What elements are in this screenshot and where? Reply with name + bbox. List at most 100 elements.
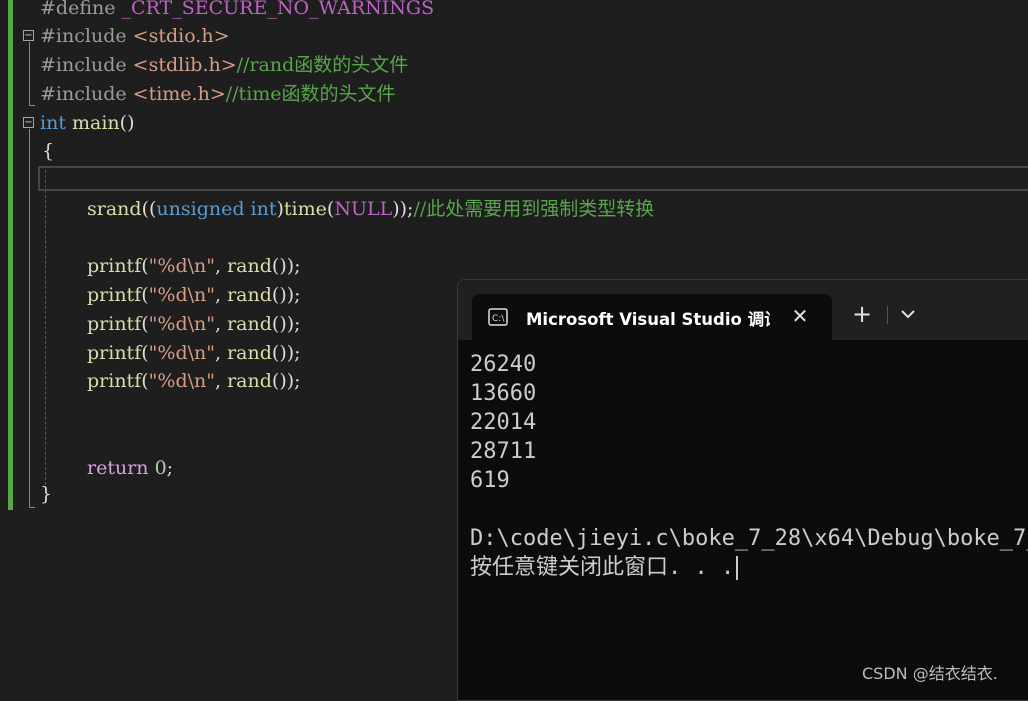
keyword: unsigned (156, 198, 245, 220)
watermark: CSDN @结衣结衣. (862, 664, 998, 683)
punctuation: ()); (271, 255, 301, 277)
function-name: printf (87, 313, 142, 335)
console-line-prompt: 按任意键关闭此窗口. . . (470, 553, 1028, 582)
string-literal: "%d\n" (148, 284, 215, 306)
code-line-define[interactable]: #define _CRT_SECURE_NO_WARNINGS (40, 0, 434, 23)
console-line: 22014 (470, 410, 537, 435)
preprocessor: #include (40, 25, 127, 47)
punctuation: , (215, 370, 228, 392)
punctuation: ( (141, 255, 149, 277)
code-line-printf[interactable]: printf("%d\n", rand()); (87, 281, 301, 310)
function-name: rand (227, 313, 272, 335)
punctuation: , (215, 255, 228, 277)
console-line: 26240 (470, 352, 537, 377)
comment: //rand函数的头文件 (236, 54, 409, 76)
code-line-open-brace[interactable]: { (42, 137, 54, 166)
current-line-highlight (38, 166, 1028, 191)
string-literal: "%d\n" (148, 313, 215, 335)
fold-end (29, 507, 35, 508)
function-name: printf (87, 284, 142, 306)
function-name: printf (87, 370, 142, 392)
tab-debug-console[interactable]: C:\ Microsoft Visual Studio 调试控制台 ✕ (472, 294, 832, 340)
punctuation: ( (141, 284, 149, 306)
string-literal: "%d\n" (148, 342, 215, 364)
punctuation: ()); (271, 313, 301, 335)
console-line: 28711 (470, 439, 537, 464)
punctuation: ( (141, 313, 149, 335)
punctuation: ()); (271, 284, 301, 306)
fold-line (29, 129, 30, 507)
tab-title: Microsoft Visual Studio 调试控制台 (526, 310, 770, 328)
chevron-down-icon[interactable] (896, 302, 920, 326)
string-literal: "%d\n" (148, 255, 215, 277)
punctuation: )); (392, 198, 414, 220)
tab-separator (887, 306, 888, 324)
preprocessor: #define (40, 0, 116, 19)
code-line-return[interactable]: return 0; (87, 454, 173, 483)
punctuation: ( (141, 370, 149, 392)
preprocessor: #include (40, 54, 127, 76)
terminal-icon: C:\ (488, 308, 508, 326)
console-output[interactable]: 26240 13660 22014 28711 619 D:\code\jiey… (470, 350, 1028, 582)
macro-name: _CRT_SECURE_NO_WARNINGS (121, 0, 435, 19)
fold-collapse-icon[interactable]: − (23, 117, 34, 128)
fold-end (29, 105, 35, 106)
header-name: <stdio.h> (132, 25, 230, 47)
punctuation: , (215, 313, 228, 335)
punctuation: , (215, 284, 228, 306)
keyword: int (250, 198, 277, 220)
punctuation: () (119, 112, 135, 134)
code-line-include-stdlib[interactable]: #include <stdlib.h>//rand函数的头文件 (40, 51, 408, 80)
string-literal: "%d\n" (148, 370, 215, 392)
code-line-include-time[interactable]: #include <time.h>//time函数的头文件 (40, 80, 396, 109)
punctuation: ; (166, 457, 174, 479)
close-icon[interactable]: ✕ (788, 304, 812, 328)
function-name: rand (227, 370, 272, 392)
punctuation: ()); (271, 370, 301, 392)
keyword: int (40, 112, 66, 134)
svg-text:C:\: C:\ (492, 314, 505, 324)
fold-collapse-icon[interactable]: − (23, 30, 34, 41)
function-name: main (72, 112, 120, 134)
punctuation: ()); (271, 342, 301, 364)
macro-name: NULL (334, 198, 393, 220)
console-line: D:\code\jieyi.c\boke_7_28\x64\Debug\boke… (470, 526, 1028, 551)
comment: //time函数的头文件 (225, 83, 396, 105)
function-name: printf (87, 342, 142, 364)
code-line-printf[interactable]: printf("%d\n", rand()); (87, 339, 301, 368)
code-line-include-stdio[interactable]: #include <stdio.h> (40, 22, 230, 51)
function-name: rand (227, 284, 272, 306)
tab-strip: C:\ Microsoft Visual Studio 调试控制台 ✕ + (458, 280, 1028, 340)
indent-guide (45, 170, 46, 490)
function-name: srand (87, 198, 142, 220)
brace: } (40, 483, 53, 505)
code-line-printf[interactable]: printf("%d\n", rand()); (87, 252, 301, 281)
console-line: 13660 (470, 381, 537, 406)
change-indicator-bar (8, 0, 13, 510)
brace: { (42, 140, 55, 162)
debug-console-window[interactable]: C:\ Microsoft Visual Studio 调试控制台 ✕ + 26… (457, 279, 1028, 701)
function-name: time (283, 198, 327, 220)
code-line-printf[interactable]: printf("%d\n", rand()); (87, 310, 301, 339)
function-name: rand (227, 255, 272, 277)
text-cursor (736, 556, 739, 580)
fold-line (29, 42, 30, 105)
punctuation: (( (141, 198, 157, 220)
code-line-printf[interactable]: printf("%d\n", rand()); (87, 367, 301, 396)
comment: //此处需要用到强制类型转换 (413, 198, 655, 220)
header-name: <time.h> (132, 83, 226, 105)
code-line-srand[interactable]: srand((unsigned int)time(NULL));//此处需要用到… (87, 195, 654, 224)
code-line-close-brace[interactable]: } (40, 480, 52, 509)
console-line: 619 (470, 468, 510, 493)
punctuation: , (215, 342, 228, 364)
new-tab-button[interactable]: + (850, 302, 874, 326)
prompt-text: 按任意键关闭此窗口. . . (470, 555, 735, 580)
number-literal: 0 (154, 457, 167, 479)
function-name: printf (87, 255, 142, 277)
code-line-main[interactable]: int main() (40, 109, 135, 138)
function-name: rand (227, 342, 272, 364)
header-name: <stdlib.h> (132, 54, 237, 76)
punctuation: ) (276, 198, 284, 220)
keyword: return (87, 457, 149, 479)
